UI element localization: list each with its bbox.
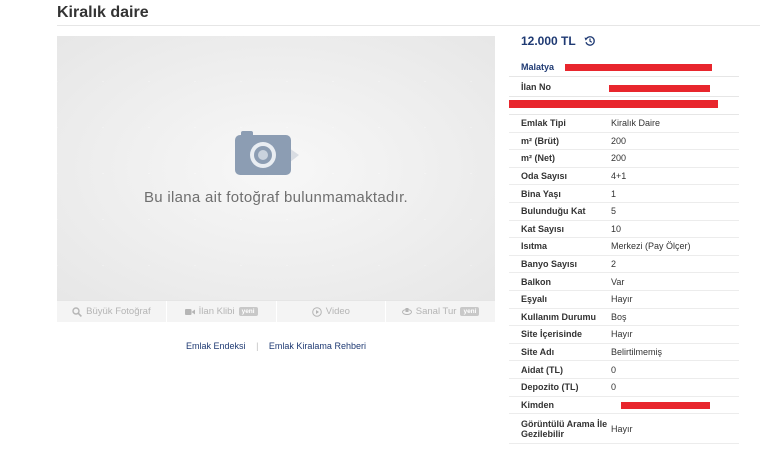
spec-value: Boş: [611, 311, 627, 322]
spec-label: Banyo Sayısı: [521, 259, 578, 270]
listing-date-row: [509, 97, 739, 115]
redacted-owner: [621, 401, 710, 409]
spec-label: Isıtma: [521, 241, 548, 252]
kiralama-rehberi-link[interactable]: Emlak Kiralama Rehberi: [269, 341, 366, 351]
video-camera-icon: [184, 308, 195, 315]
listing-info-panel: 12.000 TL Malatya İlan No Emlak Tipi Kira…: [509, 30, 739, 445]
large-photo-label: Büyük Fotoğraf: [86, 306, 151, 317]
video-button[interactable]: Video: [277, 301, 387, 322]
video-label: Video: [325, 306, 350, 317]
footer-links: Emlak Endeksi | Emlak Kiralama Rehberi: [57, 341, 495, 351]
spec-row: Site İçerisinde Hayır: [509, 326, 739, 344]
no-photo-message: Bu ilana ait fotoğraf bulunmamaktadır.: [143, 189, 409, 206]
spec-label: Emlak Tipi: [521, 118, 566, 129]
spec-value: Hayır: [611, 329, 633, 340]
spec-row: m² (Net) 200: [509, 150, 739, 168]
price-history-icon[interactable]: [584, 35, 596, 47]
spec-row: Bulunduğu Kat 5: [509, 203, 739, 221]
new-badge: yeni: [238, 307, 258, 316]
gallery-toolbar: Büyük Fotoğraf İlan Klibi yeni Video San…: [57, 300, 495, 322]
spec-row: Isıtma Merkezi (Pay Ölçer): [509, 238, 739, 256]
spec-value: 0: [611, 382, 617, 393]
spec-value: 4+1: [611, 171, 627, 182]
spec-row: Görüntülü Arama İle Gezilebilir Hayır: [509, 414, 739, 445]
spec-row: Oda Sayısı 4+1: [509, 168, 739, 186]
spec-value: Hayır: [611, 423, 633, 434]
spec-value: Hayır: [611, 294, 633, 305]
listing-clip-button[interactable]: İlan Klibi yeni: [167, 301, 277, 322]
spec-row: Site Adı Belirtilmemiş: [509, 344, 739, 362]
spec-row: Kimden: [509, 397, 739, 415]
spec-row: Kullanım Durumu Boş: [509, 309, 739, 327]
location-row: Malatya: [509, 57, 739, 77]
spec-label: Site İçerisinde: [521, 329, 583, 340]
spec-label: Eşyalı: [521, 294, 548, 305]
spec-value: 200: [611, 135, 627, 146]
link-separator: |: [256, 341, 259, 351]
spec-row: Bina Yaşı 1: [509, 185, 739, 203]
spec-value: Belirtilmemiş: [611, 347, 663, 358]
price-row: 12.000 TL: [509, 30, 739, 52]
spec-row: Balkon Var: [509, 273, 739, 291]
play-icon: [311, 306, 322, 317]
spec-label: Site Adı: [521, 347, 555, 358]
virtual-tour-button[interactable]: Sanal Tur yeni: [386, 301, 495, 322]
spec-label: Balkon: [521, 276, 552, 287]
spec-label: Oda Sayısı: [521, 171, 568, 182]
spec-row: m² (Brüt) 200: [509, 133, 739, 151]
spec-row: Aidat (TL) 0: [509, 361, 739, 379]
spec-row: Depozito (TL) 0: [509, 379, 739, 397]
spec-row: Eşyalı Hayır: [509, 291, 739, 309]
spec-row: Kat Sayısı 10: [509, 221, 739, 239]
camera-icon: [235, 131, 299, 175]
spec-value: Merkezi (Pay Ölçer): [611, 241, 691, 252]
photo-gallery[interactable]: Bu ilana ait fotoğraf bulunmamaktadır.: [57, 36, 495, 300]
virtual-tour-label: Sanal Tur: [415, 306, 457, 317]
spec-row: Banyo Sayısı 2: [509, 256, 739, 274]
spec-label: Görüntülü Arama İle Gezilebilir: [521, 418, 608, 439]
spec-value: Kiralık Daire: [611, 118, 661, 129]
magnifier-icon: [72, 306, 83, 317]
panorama-icon: [401, 307, 412, 315]
spec-value: 1: [611, 188, 617, 199]
price: 12.000 TL: [521, 34, 576, 48]
title-divider: [57, 25, 760, 26]
spec-value: Var: [611, 276, 625, 287]
property-spec-list: Emlak Tipi Kiralık Daire m² (Brüt) 200 m² (N…: [509, 115, 739, 445]
spec-value: 10: [611, 223, 622, 234]
spec-label: Kullanım Durumu: [521, 311, 597, 322]
spec-label: Kimden: [521, 399, 555, 410]
spec-row: Emlak Tipi Kiralık Daire: [509, 115, 739, 133]
spec-value: 2: [611, 259, 617, 270]
spec-label: m² (Brüt): [521, 135, 559, 146]
emlak-endeksi-link[interactable]: Emlak Endeksi: [186, 341, 246, 351]
listing-clip-label: İlan Klibi: [198, 306, 235, 317]
spec-label: Depozito (TL): [521, 382, 579, 393]
spec-value: 0: [611, 364, 617, 375]
new-badge: yeni: [460, 307, 480, 316]
location-link[interactable]: Malatya: [521, 62, 554, 72]
redacted-listing-number: [609, 85, 710, 92]
page-title: Kiralık daire: [57, 4, 149, 21]
spec-label: Bina Yaşı: [521, 188, 561, 199]
spec-label: Bulunduğu Kat: [521, 206, 586, 217]
large-photo-button[interactable]: Büyük Fotoğraf: [57, 301, 167, 322]
redacted-location: [565, 64, 712, 71]
listing-number-row: İlan No: [509, 77, 739, 97]
spec-label: Aidat (TL): [521, 364, 563, 375]
listing-number-label: İlan No: [521, 81, 552, 92]
spec-value: 200: [611, 153, 627, 164]
spec-label: m² (Net): [521, 153, 555, 164]
spec-value: 5: [611, 206, 617, 217]
redacted-listing-date: [509, 100, 718, 108]
spec-label: Kat Sayısı: [521, 223, 565, 234]
